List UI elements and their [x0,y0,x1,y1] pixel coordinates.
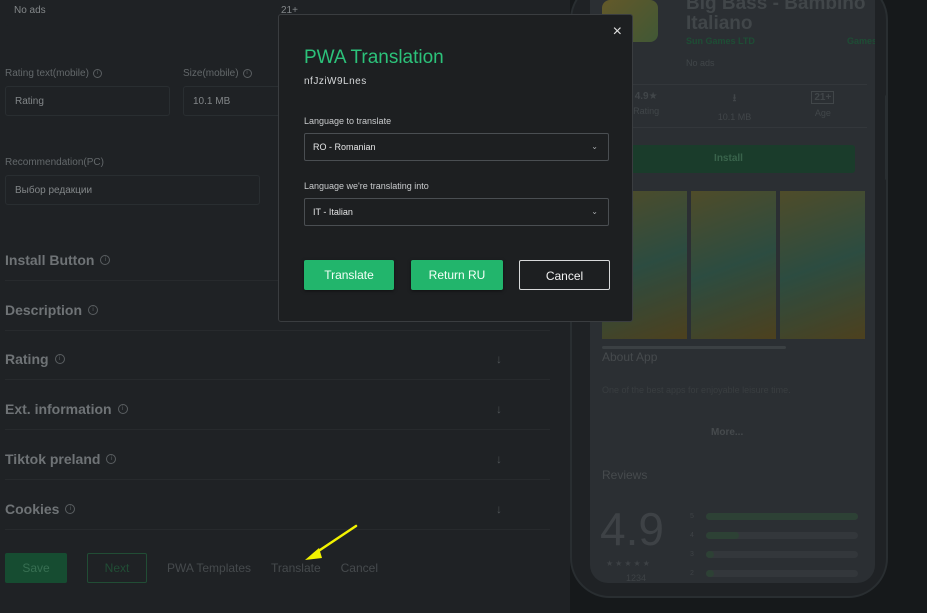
close-icon[interactable]: × [613,23,622,41]
annotation-arrow [305,524,358,560]
pwa-translation-modal: × PWA Translation nfJziW9Lnes Language t… [278,14,633,322]
target-language-label: Language we're translating into [304,181,429,191]
cancel-button[interactable]: Cancel [519,260,610,290]
translate-button[interactable]: Translate [304,260,394,290]
modal-title: PWA Translation [304,47,444,68]
chevron-down-icon: ⌄ [591,207,598,216]
return-ru-button[interactable]: Return RU [411,260,503,290]
source-language-label: Language to translate [304,116,392,126]
target-language-value: IT - Italian [313,207,353,217]
chevron-down-icon: ⌄ [591,142,598,151]
source-language-select[interactable]: RO - Romanian ⌄ [304,133,609,161]
pwa-id: nfJziW9Lnes [304,76,367,87]
target-language-select[interactable]: IT - Italian ⌄ [304,198,609,226]
source-language-value: RO - Romanian [313,142,376,152]
